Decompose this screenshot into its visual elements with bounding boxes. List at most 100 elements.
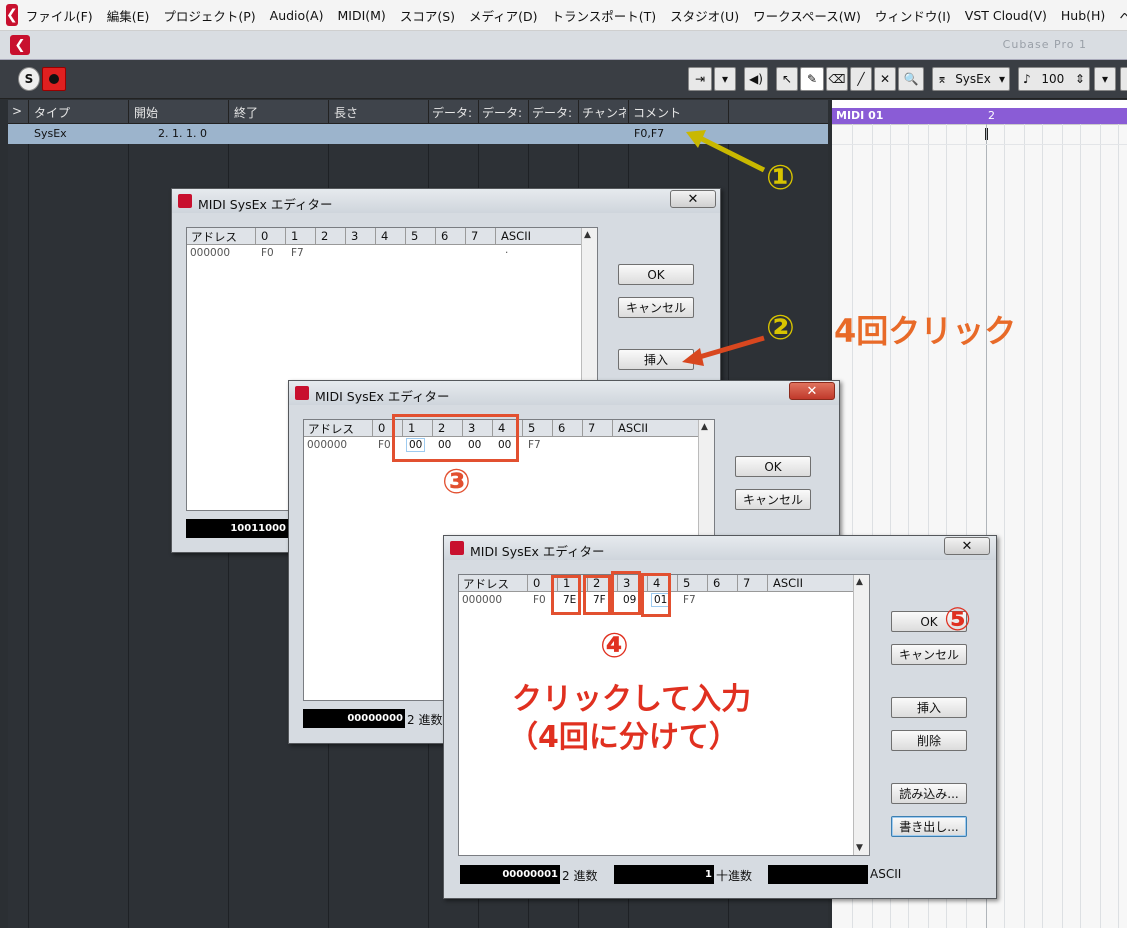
column-data1[interactable]: データ:: [432, 104, 476, 121]
annotation-box-4c: [611, 571, 641, 615]
cancel-button[interactable]: キャンセル: [735, 489, 811, 510]
scroll-up-icon[interactable]: ▲: [701, 422, 708, 432]
column-channel[interactable]: チャンネ: [582, 104, 626, 121]
binary-display: 00000001: [460, 865, 560, 884]
column-type[interactable]: タイプ: [34, 104, 124, 121]
menu-studio[interactable]: スタジオ(U): [670, 6, 739, 25]
part-label: MIDI 01: [836, 109, 884, 122]
delete-button[interactable]: 削除: [891, 730, 967, 751]
byte-cell[interactable]: F0: [378, 439, 391, 451]
col-7: 7: [743, 576, 751, 590]
zoom-tool-icon[interactable]: 🔍: [898, 67, 924, 91]
col-6: 6: [713, 576, 721, 590]
col-2: 2: [321, 229, 329, 243]
menu-edit[interactable]: 編集(E): [107, 6, 150, 25]
byte-cell[interactable]: F7: [528, 439, 541, 451]
scroll-up-icon[interactable]: ▲: [856, 577, 863, 587]
solo-button[interactable]: S: [18, 67, 40, 91]
menu-audio[interactable]: Audio(A): [270, 8, 324, 23]
event-start-cell: 2. 1. 1. 0: [158, 127, 207, 140]
event-comment-cell[interactable]: F0,F7: [634, 127, 664, 140]
menu-hub[interactable]: Hub(H): [1061, 8, 1105, 23]
pointer-tool-icon[interactable]: ↖: [776, 67, 798, 91]
ascii-display: [768, 865, 868, 884]
menu-help[interactable]: ヘル: [1119, 6, 1127, 25]
insert-velocity-field[interactable]: ♪ 100 ⇕: [1018, 67, 1090, 91]
export-button[interactable]: 書き出し...: [891, 816, 967, 837]
record-icon: [49, 74, 59, 84]
cancel-button[interactable]: キャンセル: [618, 297, 694, 318]
menu-workspace[interactable]: ワークスペース(W): [753, 6, 861, 25]
line-tool-icon[interactable]: ╱: [850, 67, 872, 91]
menu-midi[interactable]: MIDI(M): [337, 8, 385, 23]
byte-cell[interactable]: F0: [533, 594, 546, 606]
toolbar-overflow-button[interactable]: [1120, 67, 1127, 91]
scroll-down-icon[interactable]: ▼: [856, 843, 863, 853]
column-start[interactable]: 開始: [134, 104, 224, 121]
column-data2[interactable]: データ:: [482, 104, 526, 121]
dialog-title: MIDI SysEx エディター: [315, 389, 450, 404]
ok-button[interactable]: OK: [618, 264, 694, 285]
column-comment[interactable]: コメント: [633, 104, 723, 121]
insert-velocity-value: 100: [1041, 72, 1065, 86]
eraser-tool-icon[interactable]: ⌫: [826, 67, 848, 91]
menu-file[interactable]: ファイル(F): [26, 6, 93, 25]
col-7: 7: [471, 229, 479, 243]
midi-part-bar[interactable]: MIDI 01 2: [832, 108, 1127, 124]
event-type-cell: SysEx: [34, 127, 67, 140]
mute-tool-icon[interactable]: ✕: [874, 67, 896, 91]
chevron-down-icon[interactable]: ▾: [714, 67, 736, 91]
annotation-box-4d: [641, 573, 671, 617]
scroll-up-icon[interactable]: ▲: [584, 230, 591, 240]
pencil-tool-icon[interactable]: ✎: [800, 67, 824, 91]
menu-media[interactable]: メディア(D): [469, 6, 538, 25]
menu-project[interactable]: プロジェクト(P): [163, 6, 255, 25]
step2-marker: ②: [766, 308, 795, 348]
annotation-arrow-1: [686, 130, 766, 173]
menu-transport[interactable]: トランスポート(T): [552, 6, 657, 25]
col-0: 0: [533, 576, 541, 590]
col-address: アドレス: [463, 577, 509, 591]
app-logo-icon: [295, 386, 309, 400]
ascii-label: ASCII: [870, 867, 902, 881]
col-5: 5: [528, 421, 536, 435]
column-length[interactable]: 長さ: [334, 104, 424, 121]
auto-scroll-icon[interactable]: ⇥: [688, 67, 712, 91]
expand-glyph[interactable]: >: [12, 104, 22, 118]
window-title-strip: ❮ Cubase Pro 1: [0, 31, 1127, 60]
velocity-icon: ♪: [1023, 72, 1031, 86]
speaker-icon[interactable]: ◀): [744, 67, 768, 91]
close-button[interactable]: ✕: [944, 537, 990, 555]
column-data3[interactable]: データ:: [532, 104, 576, 121]
column-end[interactable]: 終了: [234, 104, 324, 121]
close-button[interactable]: ✕: [670, 190, 716, 208]
menu-vst-cloud[interactable]: VST Cloud(V): [965, 8, 1047, 23]
close-button[interactable]: ✕: [789, 382, 835, 400]
byte-cell[interactable]: F7: [291, 247, 304, 259]
window-title: Cubase Pro 1: [1002, 38, 1087, 51]
timeline-ruler[interactable]: MIDI 01 2: [832, 100, 1127, 125]
dialog-title: MIDI SysEx エディター: [470, 544, 605, 559]
record-button[interactable]: [42, 67, 66, 91]
chevron-down-icon[interactable]: ▾: [1094, 67, 1116, 91]
binary-display: 10011000: [186, 519, 288, 538]
decimal-label: 十進数: [716, 869, 753, 883]
binary-label: 2 進数: [407, 713, 443, 727]
import-button[interactable]: 読み込み...: [891, 783, 967, 804]
address-cell: 000000: [307, 439, 348, 451]
event-type-filter[interactable]: ⌆ SysEx ▾: [932, 67, 1010, 91]
byte-cell[interactable]: F7: [683, 594, 696, 606]
insert-button[interactable]: 挿入: [891, 697, 967, 718]
menu-score[interactable]: スコア(S): [400, 6, 455, 25]
byte-cell[interactable]: F0: [261, 247, 274, 259]
step5-marker: ⑤: [944, 600, 972, 638]
ascii-cell: ·: [505, 247, 509, 259]
col-address: アドレス: [191, 230, 237, 244]
cancel-button[interactable]: キャンセル: [891, 644, 967, 665]
ok-button[interactable]: OK: [735, 456, 811, 477]
col-0: 0: [261, 229, 269, 243]
vertical-scrollbar[interactable]: ▲ ▼: [853, 575, 869, 855]
col-ascii: ASCII: [773, 576, 803, 590]
step4-marker: ④: [600, 626, 629, 666]
menu-window[interactable]: ウィンドウ(I): [875, 6, 951, 25]
